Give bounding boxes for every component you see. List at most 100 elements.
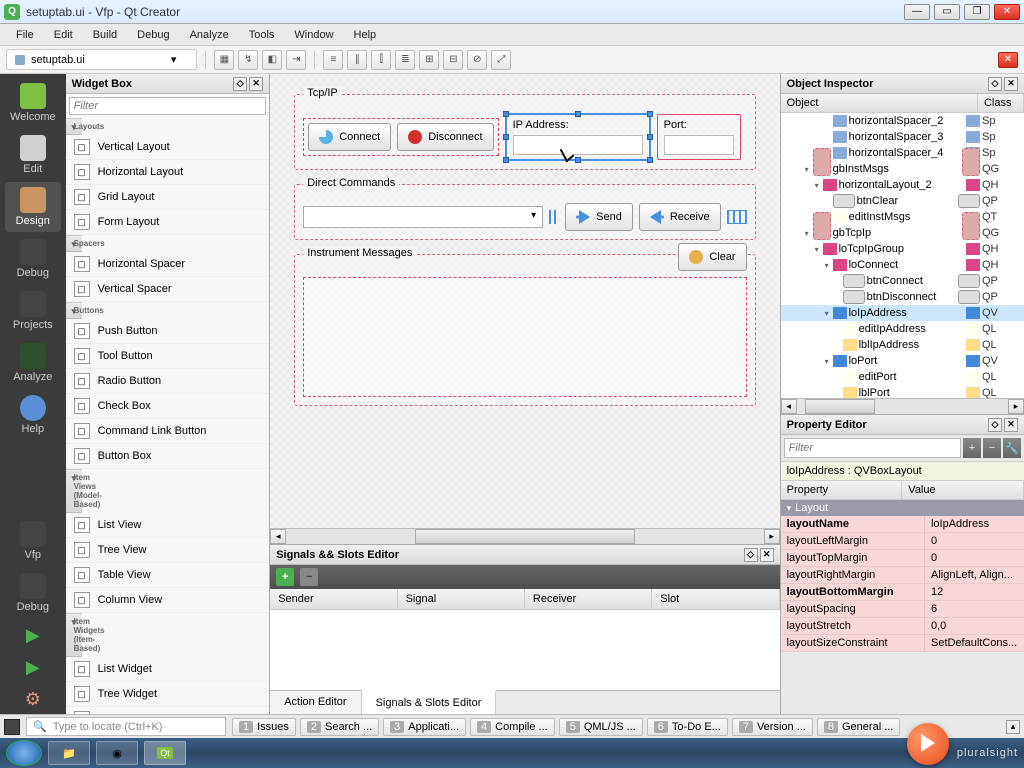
mode-design[interactable]: Design [5, 182, 61, 232]
prop-col-property[interactable]: Property [781, 481, 903, 499]
tree-row[interactable]: ▾loIpAddressQV [781, 305, 1024, 321]
output-collapse-icon[interactable]: ▴ [1006, 720, 1020, 734]
window-restore-button[interactable]: ▭ [934, 4, 960, 20]
output-pane-button[interactable]: 5QML/JS ... [559, 718, 643, 736]
layout-loconnect[interactable]: Connect Disconnect [303, 118, 498, 156]
add-connection-button[interactable]: + [276, 568, 294, 586]
widget-item[interactable]: ▢Grid Layout [66, 185, 270, 210]
menu-build[interactable]: Build [83, 27, 127, 43]
play-overlay-icon[interactable] [907, 723, 949, 765]
property-row[interactable]: layoutStretch0,0 [781, 618, 1024, 635]
objinsp-col-object[interactable]: Object [781, 94, 978, 112]
tree-row[interactable]: ▾gbInstMsgsQG [781, 161, 1024, 177]
tree-row[interactable]: horizontalSpacer_2Sp [781, 113, 1024, 129]
window-min-button[interactable]: — [904, 4, 930, 20]
widget-item[interactable]: ▢Tree View [66, 538, 270, 563]
menu-file[interactable]: File [6, 27, 44, 43]
designer-close-icon[interactable]: ✕ [998, 52, 1018, 68]
output-pane-button[interactable]: 4Compile ... [470, 718, 555, 736]
widget-item[interactable]: ▢List View [66, 513, 270, 538]
widget-item[interactable]: ▢Horizontal Layout [66, 160, 270, 185]
mode-debug[interactable]: Debug [5, 234, 61, 284]
output-pane-button[interactable]: 1Issues [232, 718, 296, 736]
widget-box-close-icon[interactable]: ✕ [249, 77, 263, 91]
tree-row[interactable]: horizontalSpacer_3Sp [781, 129, 1024, 145]
tree-row[interactable]: ▾loTcpIpGroupQH [781, 241, 1024, 257]
widget-item[interactable]: ▢Command Link Button [66, 419, 270, 444]
widget-item[interactable]: ▢Vertical Spacer [66, 277, 270, 302]
taskbar-qtcreator-button[interactable]: Qt [144, 741, 186, 765]
window-max-button[interactable]: ❐ [964, 4, 990, 20]
output-pane-button[interactable]: 2Search ... [300, 718, 379, 736]
widget-item[interactable]: ▢Vertical Layout [66, 135, 270, 160]
mode-welcome[interactable]: Welcome [5, 78, 61, 128]
menu-window[interactable]: Window [284, 27, 343, 43]
tree-row[interactable]: editIpAddressQL [781, 321, 1024, 337]
mode-analyze[interactable]: Analyze [5, 338, 61, 388]
sigslots-col[interactable]: Signal [398, 589, 525, 609]
tool-signals-icon[interactable]: ↯ [238, 50, 258, 70]
output-pane-button[interactable]: 3Applicati... [383, 718, 466, 736]
objinsp-col-class[interactable]: Class [978, 94, 1024, 112]
menu-analyze[interactable]: Analyze [180, 27, 239, 43]
tree-row[interactable]: ▾horizontalLayout_2QH [781, 177, 1024, 193]
window-close-button[interactable]: ✕ [994, 4, 1020, 20]
property-list[interactable]: Layout layoutNameloIpAddresslayoutLeftMa… [781, 500, 1024, 714]
mode-projects[interactable]: Projects [5, 286, 61, 336]
widget-group-layouts[interactable]: Layouts [66, 118, 82, 135]
layout-loport[interactable]: Port: [657, 114, 741, 160]
output-pane-button[interactable]: 8General ... [817, 718, 900, 736]
run-debug-button[interactable]: ▶ [13, 652, 53, 682]
run-button[interactable]: ▶ [13, 620, 53, 650]
menu-help[interactable]: Help [344, 27, 387, 43]
start-button[interactable] [6, 740, 42, 766]
property-row[interactable]: layoutNameloIpAddress [781, 516, 1024, 533]
objinsp-close-icon[interactable]: ✕ [1004, 77, 1018, 91]
output-pane-button[interactable]: 6To-Do E... [647, 718, 728, 736]
widget-box-list[interactable]: Layouts▢Vertical Layout▢Horizontal Layou… [66, 118, 270, 714]
signals-slots-table[interactable]: SenderSignalReceiverSlot [270, 589, 779, 690]
tool-edit-widgets-icon[interactable]: ▦ [214, 50, 234, 70]
sigslots-col[interactable]: Slot [652, 589, 779, 609]
layout-loipaddress[interactable]: IP Address: [505, 113, 651, 161]
widget-item[interactable]: ▢Button Box [66, 444, 270, 469]
output-pane-button[interactable]: 7Version ... [732, 718, 813, 736]
output-toggle-button[interactable] [4, 719, 20, 735]
receive-button[interactable]: Receive [639, 203, 721, 231]
tool-break-icon[interactable]: ⊘ [467, 50, 487, 70]
tree-row[interactable]: ▾gbTcpIpQG [781, 225, 1024, 241]
property-row[interactable]: layoutLeftMargin0 [781, 533, 1024, 550]
mode-edit[interactable]: Edit [5, 130, 61, 180]
widget-item[interactable]: ▢Tool Button [66, 344, 270, 369]
groupbox-tcpip[interactable]: Tcp/IP Connect Disconnect IP Address: [294, 94, 755, 170]
tool-hsplit-icon[interactable]: ⫿ [371, 50, 391, 70]
tool-vlayout-icon[interactable]: ∥ [347, 50, 367, 70]
tree-row[interactable]: btnClearQP [781, 193, 1024, 209]
messages-textarea[interactable] [303, 277, 746, 397]
mode-debug[interactable]: Debug [5, 568, 61, 618]
clear-button[interactable]: Clear [678, 243, 746, 271]
tool-tab-icon[interactable]: ⇥ [286, 50, 306, 70]
sigslots-col[interactable]: Sender [270, 589, 397, 609]
propeditor-float-icon[interactable]: ◇ [988, 418, 1002, 432]
widget-item[interactable]: ▢List Widget [66, 657, 270, 682]
canvas-hscrollbar[interactable]: ◂▸ [270, 528, 779, 544]
menu-tools[interactable]: Tools [239, 27, 285, 43]
property-row[interactable]: layoutSpacing6 [781, 601, 1024, 618]
tool-grid-icon[interactable]: ⊞ [419, 50, 439, 70]
widget-box-float-icon[interactable]: ◇ [233, 77, 247, 91]
objinsp-hscrollbar[interactable]: ◂▸ [781, 398, 1024, 414]
tree-row[interactable]: lblPortQL [781, 385, 1024, 398]
tree-row[interactable]: ▾loConnectQH [781, 257, 1024, 273]
widget-group-buttons[interactable]: Buttons [66, 302, 82, 319]
menu-edit[interactable]: Edit [44, 27, 83, 43]
property-row[interactable]: layoutTopMargin0 [781, 550, 1024, 567]
property-row[interactable]: layoutRightMarginAlignLeft, Align... [781, 567, 1024, 584]
locator-input[interactable]: 🔍 Type to locate (Ctrl+K) [26, 717, 226, 736]
groupbox-inst-msgs[interactable]: Instrument Messages Clear [294, 254, 755, 406]
command-combo[interactable] [303, 206, 543, 228]
widget-box-filter-input[interactable] [69, 97, 267, 115]
tree-row[interactable]: btnConnectQP [781, 273, 1024, 289]
build-button[interactable]: ⚙ [13, 684, 53, 714]
remove-connection-button[interactable]: − [300, 568, 318, 586]
